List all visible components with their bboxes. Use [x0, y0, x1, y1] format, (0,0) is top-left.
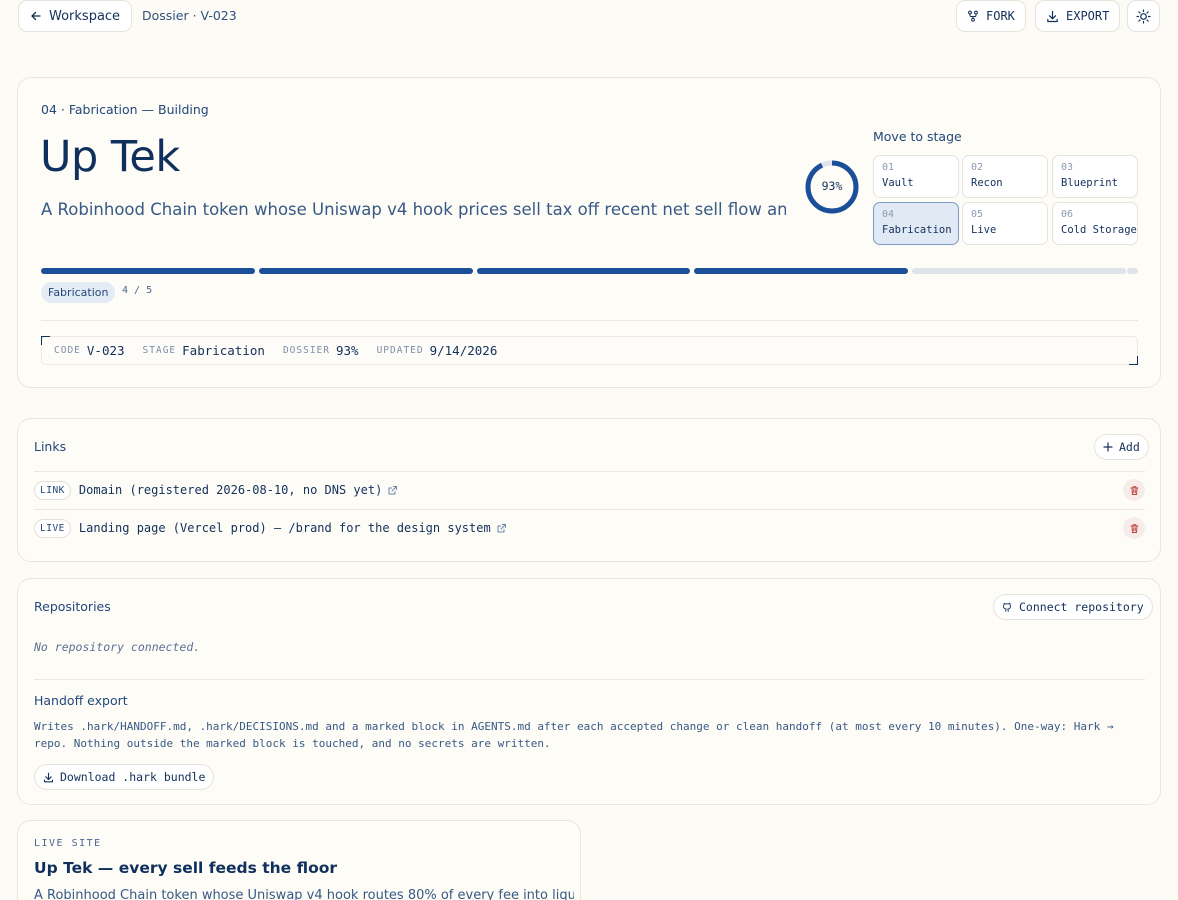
stage-number: 03	[1061, 162, 1074, 173]
link-text[interactable]: Landing page (Vercel prod) — /brand for …	[79, 521, 491, 535]
stage-number: 01	[882, 162, 895, 173]
arrow-left-icon	[30, 10, 42, 22]
delete-link-button[interactable]	[1123, 479, 1145, 501]
progress-segment	[912, 268, 1126, 274]
live-site-eyebrow: LIVE SITE	[34, 838, 102, 849]
stage-name: Vault	[882, 177, 914, 189]
trash-icon	[1130, 523, 1138, 533]
breadcrumb: Dossier · V-023	[142, 8, 237, 23]
handoff-title: Handoff export	[34, 693, 128, 708]
stage-option-4[interactable]: 04 Fabrication	[873, 202, 959, 245]
export-button[interactable]: EXPORT	[1035, 0, 1121, 32]
stage-number: 04	[882, 209, 895, 220]
meta-dossier-value: 93%	[335, 343, 359, 358]
live-site-card[interactable]: LIVE SITE Up Tek — every sell feeds the …	[17, 820, 581, 900]
divider	[34, 679, 1145, 680]
stage-name: Live	[971, 224, 997, 236]
back-label: Workspace	[49, 8, 121, 24]
progress-segment	[258, 268, 473, 274]
stage-name: Cold Storage	[1061, 224, 1137, 236]
link-tag: LIVE	[34, 518, 71, 538]
live-site-description: A Robinhood Chain token whose Uniswap v4…	[34, 888, 574, 900]
progress-segment	[41, 268, 255, 274]
stage-number: 02	[971, 162, 984, 173]
divider	[34, 471, 1145, 472]
fork-label: FORK	[986, 9, 1015, 23]
download-icon	[1046, 10, 1059, 23]
links-title: Links	[34, 439, 67, 454]
plus-icon	[1103, 442, 1113, 452]
divider	[41, 320, 1138, 321]
links-card: Links Add LINK Domain (registered 2026-0…	[17, 418, 1161, 562]
stage-eyebrow: 04 · Fabrication — Building	[41, 102, 209, 117]
dossier-hero-card: 04 · Fabrication — Building Up Tek A Rob…	[17, 77, 1161, 388]
corner-mark	[1129, 356, 1138, 365]
add-link-button[interactable]: Add	[1094, 434, 1149, 460]
divider	[34, 509, 1145, 510]
link-tag: LINK	[34, 480, 71, 500]
external-link-icon[interactable]	[387, 485, 398, 496]
github-icon	[1002, 602, 1013, 613]
delete-link-button[interactable]	[1123, 517, 1145, 539]
external-link-icon[interactable]	[496, 523, 507, 534]
fork-button[interactable]: FORK	[956, 0, 1026, 32]
back-to-workspace-button[interactable]: Workspace	[18, 0, 133, 32]
stage-option-6[interactable]: 06 Cold Storage	[1052, 202, 1138, 245]
fork-icon	[967, 10, 979, 22]
connect-repository-button[interactable]: Connect repository	[993, 594, 1153, 620]
repositories-card: Repositories Connect repository No repos…	[17, 578, 1161, 805]
stage-name: Recon	[971, 177, 1003, 189]
stage-number: 06	[1061, 209, 1074, 220]
export-label: EXPORT	[1066, 9, 1110, 23]
trash-icon	[1130, 485, 1138, 495]
meta-code-value: V-023	[86, 343, 125, 358]
handoff-description: Writes .hark/HANDOFF.md, .hark/DECISIONS…	[34, 720, 1114, 750]
page-title: Up Tek	[40, 132, 180, 182]
empty-state: No repository connected.	[34, 640, 201, 654]
download-icon	[43, 772, 54, 783]
project-tagline: A Robinhood Chain token whose Uniswap v4…	[41, 200, 786, 219]
progress-segment	[694, 268, 909, 274]
meta-stage-key: STAGE	[142, 345, 177, 356]
completion-percent: 93%	[821, 179, 843, 193]
stage-option-1[interactable]: 01 Vault	[873, 155, 959, 198]
link-row: LIVE Landing page (Vercel prod) — /brand…	[34, 516, 1145, 540]
meta-row: CODE V-023 STAGE Fabrication DOSSIER 93%…	[41, 336, 1138, 365]
meta-code-key: CODE	[54, 345, 81, 356]
stage-badge: Fabrication	[41, 282, 116, 303]
repositories-title: Repositories	[34, 599, 111, 614]
corner-mark	[41, 336, 50, 345]
link-row: LINK Domain (registered 2026-08-10, no D…	[34, 478, 1145, 502]
live-site-title: Up Tek — every sell feeds the floor	[34, 859, 338, 877]
download-bundle-button[interactable]: Download .hark bundle	[34, 764, 215, 790]
progress-count: 4 / 5	[122, 285, 153, 296]
theme-toggle-button[interactable]	[1127, 0, 1160, 32]
connect-repository-label: Connect repository	[1019, 600, 1144, 614]
link-text[interactable]: Domain (registered 2026-08-10, no DNS ye…	[79, 483, 382, 497]
meta-dossier-key: DOSSIER	[282, 345, 330, 356]
stage-name: Blueprint	[1061, 177, 1118, 189]
add-link-label: Add	[1119, 440, 1140, 454]
progress-segment-tail	[1127, 268, 1138, 274]
download-bundle-label: Download .hark bundle	[60, 770, 206, 784]
meta-updated-key: UPDATED	[376, 345, 424, 356]
meta-stage-value: Fabrication	[182, 343, 265, 358]
move-to-stage-title: Move to stage	[873, 129, 962, 144]
progress-segment	[476, 268, 691, 274]
stage-name: Fabrication	[882, 224, 952, 236]
stage-option-3[interactable]: 03 Blueprint	[1052, 155, 1138, 198]
stage-number: 05	[971, 209, 984, 220]
sun-icon	[1136, 8, 1151, 24]
stage-option-2[interactable]: 02 Recon	[962, 155, 1048, 198]
stage-option-5[interactable]: 05 Live	[962, 202, 1048, 245]
meta-updated-value: 9/14/2026	[429, 343, 498, 358]
